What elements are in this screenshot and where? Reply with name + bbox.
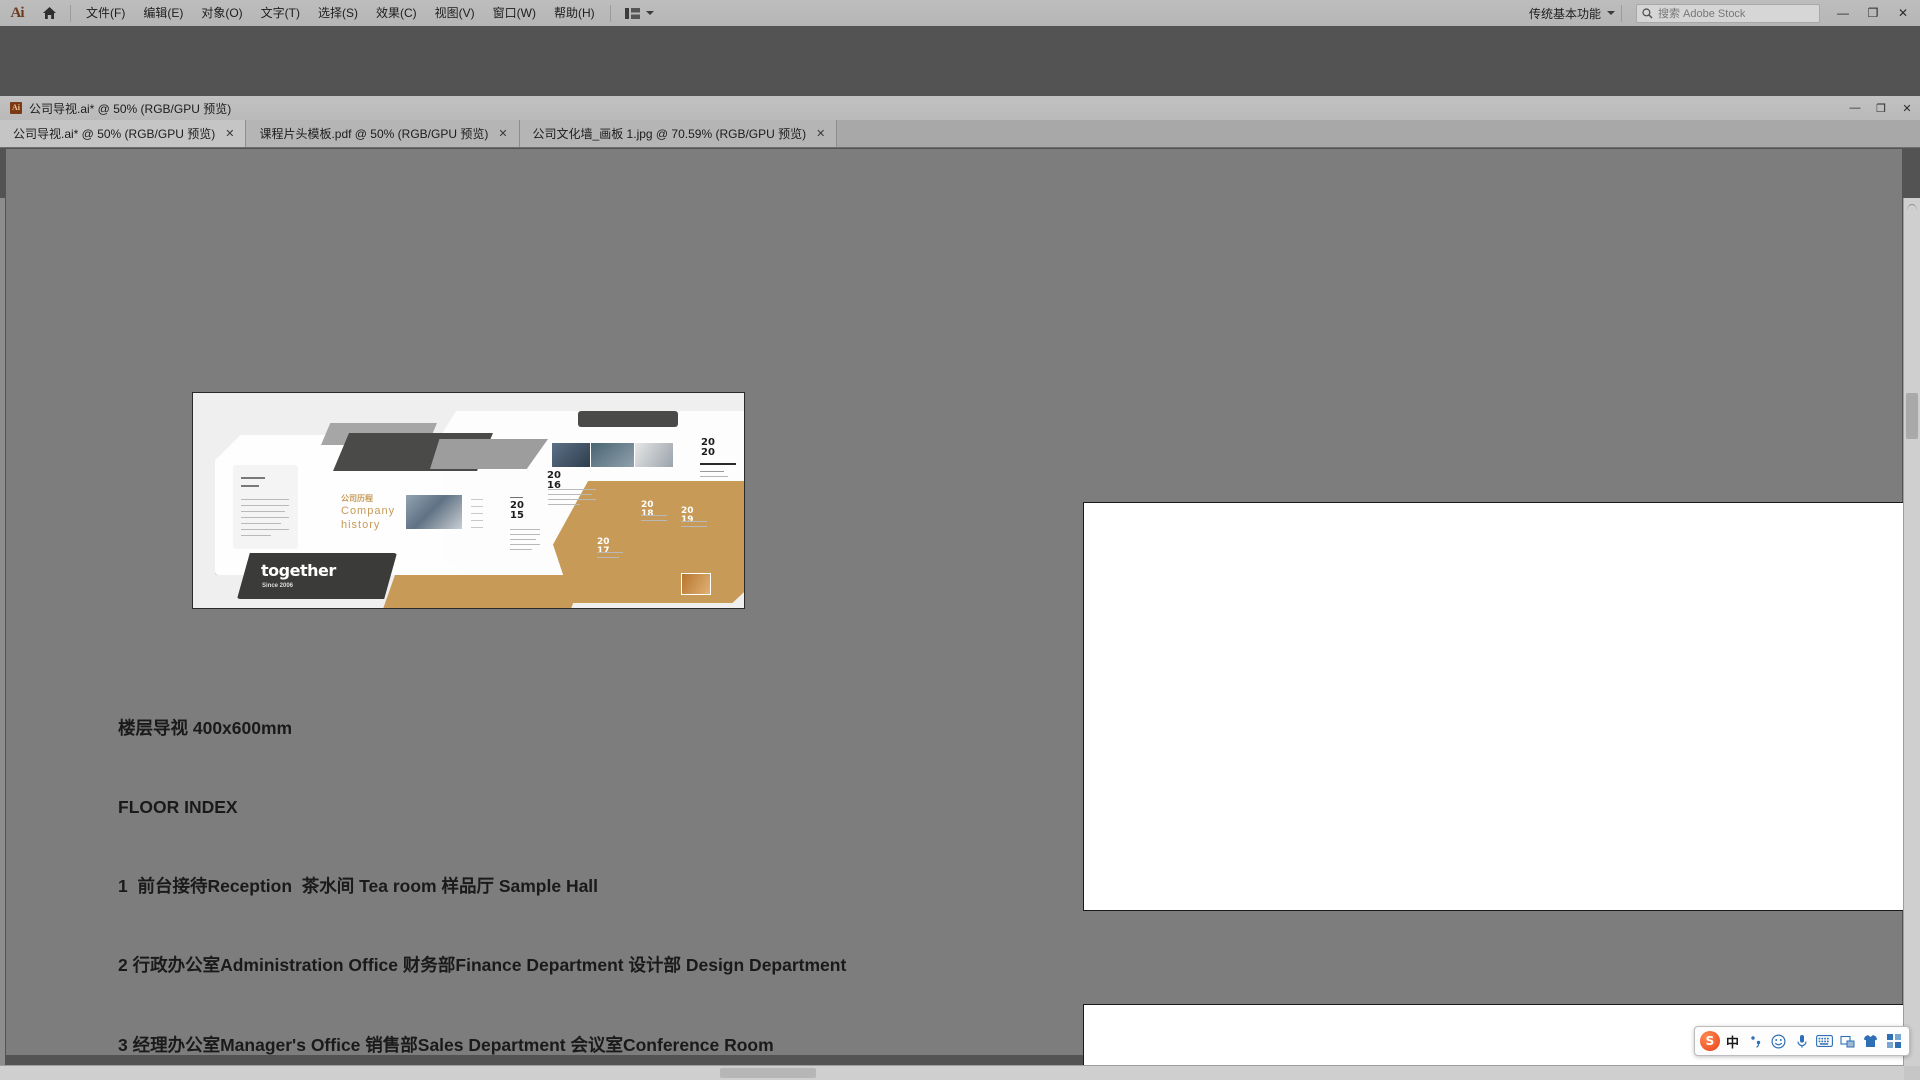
home-icon[interactable]	[34, 0, 64, 26]
minimize-button[interactable]: —	[1828, 0, 1858, 26]
tab-label: 公司文化墙_画板 1.jpg @ 70.59% (RGB/GPU 预览)	[532, 127, 807, 141]
scrollbar-corner	[1904, 1066, 1920, 1080]
together-label: together	[261, 561, 336, 580]
adobe-stock-search-placeholder: 搜索 Adobe Stock	[1658, 8, 1746, 20]
arrange-documents-button[interactable]	[617, 0, 662, 26]
text-line: 楼层导视 400x600mm	[118, 717, 293, 738]
document-title-bar: Ai 公司导视.ai* @ 50% (RGB/GPU 预览) — ❐ ✕	[0, 96, 1920, 121]
text-line: 3 经理办公室Manager's Office 销售部Sales Departm…	[118, 1034, 774, 1055]
canvas-area[interactable]: together Since 2006 公司历程 Company history…	[0, 147, 1920, 1080]
workspace-name-label[interactable]: 传统基本功能	[1523, 5, 1607, 22]
ai-document-icon: Ai	[10, 102, 22, 114]
artboard-1[interactable]	[1083, 502, 1918, 911]
vertical-scrollbar-cap	[1907, 204, 1917, 211]
tab-label: 公司导视.ai* @ 50% (RGB/GPU 预览)	[13, 127, 216, 141]
menu-item-file[interactable]: 文件(F)	[77, 0, 134, 26]
artwork-title-en-line1: Company	[341, 505, 396, 517]
text-line: FLOOR INDEX	[118, 797, 238, 818]
search-icon	[1642, 7, 1653, 19]
sogou-input-method-toolbar: S 中	[1694, 1026, 1910, 1056]
horizontal-scrollbar-thumb[interactable]	[720, 1068, 816, 1078]
wall-gold-band-bottom	[383, 575, 583, 608]
empty-panel-band	[0, 26, 1920, 96]
ime-punctuation-toggle[interactable]	[1745, 1031, 1766, 1052]
wall-dark-tab-top	[578, 411, 678, 427]
document-title: 公司导视.ai* @ 50% (RGB/GPU 预览)	[29, 101, 232, 116]
document-window-controls: — ❐ ✕	[1842, 96, 1920, 120]
ime-emoji-icon[interactable]	[1768, 1031, 1789, 1052]
since-label: Since 2006	[262, 583, 294, 589]
ime-skin-icon[interactable]	[1860, 1031, 1881, 1052]
ime-language-toggle[interactable]: 中	[1722, 1031, 1743, 1052]
menu-item-window[interactable]: 窗口(W)	[484, 0, 545, 26]
document-minimize-button[interactable]: —	[1842, 96, 1868, 120]
menu-item-edit[interactable]: 编辑(E)	[134, 0, 192, 26]
horizontal-scrollbar[interactable]	[0, 1065, 1904, 1080]
document-restore-button[interactable]: ❐	[1868, 96, 1894, 120]
document-close-button[interactable]: ✕	[1894, 96, 1920, 120]
artwork-photo-handshake	[405, 494, 463, 530]
ime-toolbox-icon[interactable]	[1883, 1031, 1904, 1052]
canvas-text-block[interactable]: 楼层导视 400x600mm FLOOR INDEX 1 前台接待Recepti…	[118, 662, 846, 1080]
grid-layout-icon	[624, 7, 641, 19]
application-bar: Ai 文件(F) 编辑(E) 对象(O) 文字(T) 选择(S) 效果(C) 视…	[0, 0, 1920, 27]
menu-bar: 文件(F) 编辑(E) 对象(O) 文字(T) 选择(S) 效果(C) 视图(V…	[77, 0, 604, 26]
text-line: 1 前台接待Reception 茶水间 Tea room 样品厅 Sample …	[118, 876, 599, 897]
vertical-scrollbar[interactable]	[1903, 198, 1920, 1080]
menu-item-select[interactable]: 选择(S)	[309, 0, 367, 26]
menu-item-type[interactable]: 文字(T)	[252, 0, 309, 26]
window-controls: — ❐ ✕	[1828, 0, 1918, 26]
year-2020: 20 20	[701, 437, 715, 458]
menu-item-view[interactable]: 视图(V)	[426, 0, 484, 26]
canvas-top-edge	[0, 147, 1920, 148]
workspace-chevron-down-icon[interactable]	[1607, 11, 1615, 15]
tab-gongsiwenhuaqiang[interactable]: 公司文化墙_画板 1.jpg @ 70.59% (RGB/GPU 预览) ✕	[519, 120, 838, 147]
toolbar-divider	[70, 4, 71, 22]
ime-voice-input-icon[interactable]	[1791, 1031, 1812, 1052]
artwork-photo-thumb-4	[681, 573, 711, 595]
sogou-logo-icon[interactable]: S	[1700, 1031, 1720, 1051]
tab-close-icon[interactable]: ✕	[225, 127, 234, 140]
year-2016: 20 16	[547, 470, 561, 491]
adobe-stock-search[interactable]: 搜索 Adobe Stock	[1636, 3, 1820, 23]
text-line: 2 行政办公室Administration Office 财务部Finance …	[118, 955, 847, 976]
company-history-wall-artwork[interactable]: together Since 2006 公司历程 Company history…	[192, 392, 745, 609]
wall-intro-text-box	[233, 465, 298, 549]
menu-item-effect[interactable]: 效果(C)	[367, 0, 426, 26]
tab-close-icon[interactable]: ✕	[816, 127, 825, 140]
artwork-title-en-line2: history	[341, 519, 381, 531]
artwork-photo-thumb-1	[551, 442, 591, 468]
canvas-left-edge	[0, 198, 5, 1080]
document-tab-strip: 公司导视.ai* @ 50% (RGB/GPU 预览) ✕ 课程片头模板.pdf…	[0, 120, 1920, 148]
toolbar-divider-3	[1621, 4, 1622, 22]
wall-together-block: together Since 2006	[237, 553, 397, 599]
ime-soft-keyboard-icon[interactable]	[1814, 1031, 1835, 1052]
vertical-scrollbar-thumb[interactable]	[1906, 393, 1918, 439]
menu-item-object[interactable]: 对象(O)	[192, 0, 251, 26]
toolbar-divider-2	[609, 4, 611, 22]
tab-label: 课程片头模板.pdf @ 50% (RGB/GPU 预览)	[259, 127, 489, 141]
restore-button[interactable]: ❐	[1858, 0, 1888, 26]
close-button[interactable]: ✕	[1888, 0, 1918, 26]
illustrator-logo-icon: Ai	[10, 4, 25, 21]
tab-gongsidaoshi[interactable]: 公司导视.ai* @ 50% (RGB/GPU 预览) ✕	[0, 120, 247, 147]
tab-close-icon[interactable]: ✕	[498, 127, 507, 140]
artwork-title-cn: 公司历程	[341, 494, 373, 503]
chevron-down-icon	[645, 11, 654, 15]
menu-item-help[interactable]: 帮助(H)	[545, 0, 604, 26]
year-2015: 20 15	[510, 500, 524, 521]
ime-screenshot-icon[interactable]	[1837, 1031, 1858, 1052]
document-window: Ai 公司导视.ai* @ 50% (RGB/GPU 预览) — ❐ ✕ 公司导…	[0, 96, 1920, 1080]
artwork-photo-thumb-3	[634, 442, 674, 468]
artwork-photo-thumb-2	[590, 442, 635, 468]
tab-kechengpiantou[interactable]: 课程片头模板.pdf @ 50% (RGB/GPU 预览) ✕	[246, 120, 520, 147]
